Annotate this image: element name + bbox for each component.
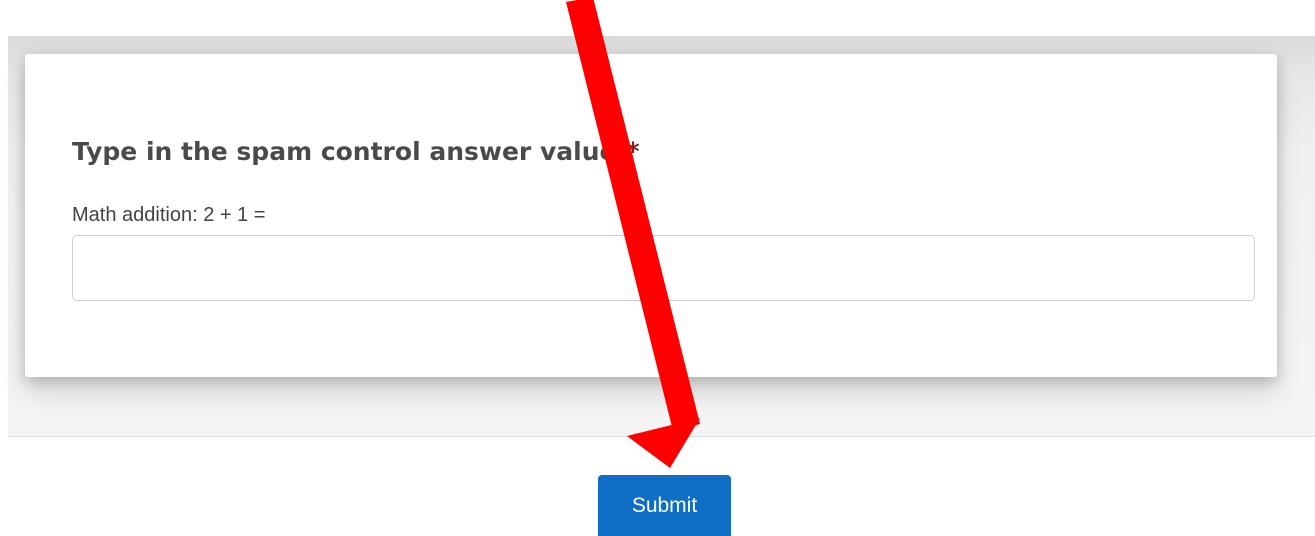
spam-answer-input[interactable] bbox=[72, 235, 1255, 301]
required-marker: * bbox=[626, 137, 640, 166]
question-text: Type in the spam control answer value: bbox=[72, 137, 627, 166]
math-hint-label: Math addition: 2 + 1 = bbox=[72, 204, 266, 226]
page: Type in the spam control answer value:* … bbox=[0, 0, 1315, 536]
submit-button[interactable]: Submit bbox=[598, 475, 731, 536]
spam-control-question: Type in the spam control answer value:* bbox=[72, 137, 640, 166]
